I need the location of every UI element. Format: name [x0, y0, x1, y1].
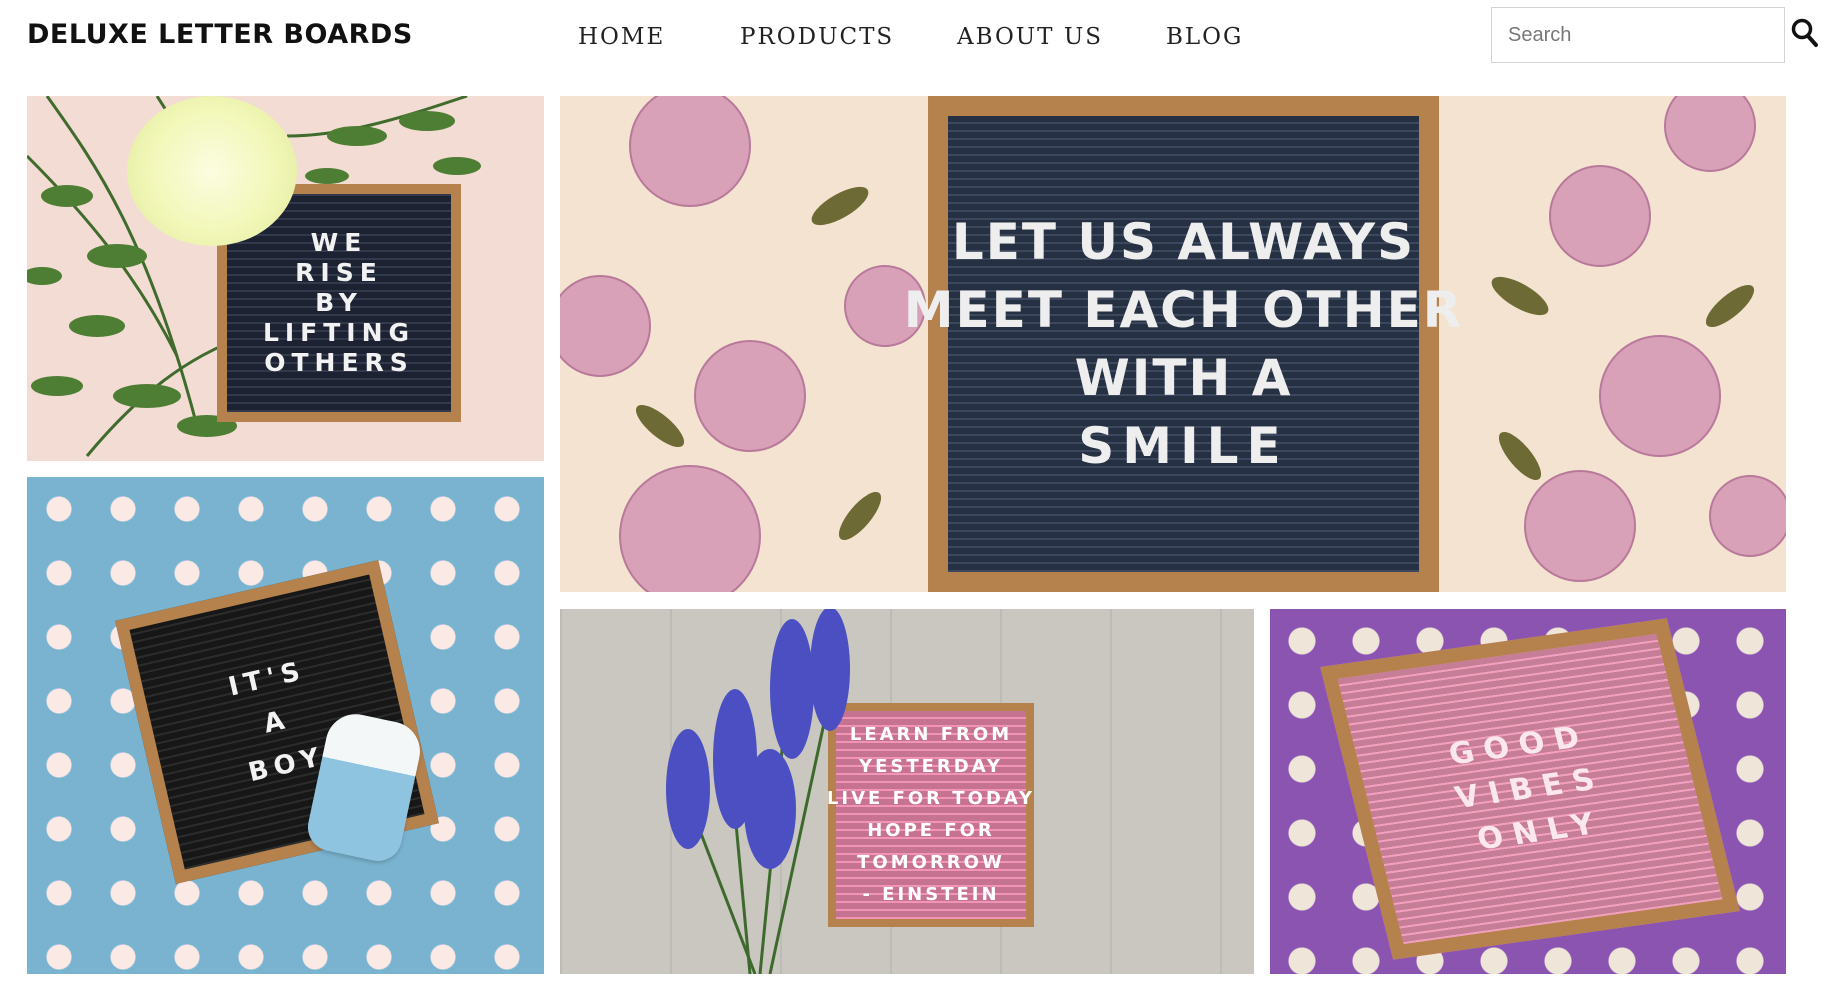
board-message-line: IT'S	[225, 655, 309, 703]
board-message-line: LET US ALWAYS	[951, 213, 1416, 271]
lavender-bouquet	[666, 609, 850, 974]
board-message-line: WE	[310, 228, 368, 257]
flower-decoration	[127, 96, 297, 246]
board-message-line: BY	[315, 288, 363, 317]
board-message-line: WITH A	[1074, 349, 1293, 407]
nav-products[interactable]: PRODUCTS	[740, 22, 894, 52]
board-message-line: LIFTING	[262, 318, 416, 347]
gallery-tile-its-a-boy[interactable]: IT'S A BOY	[27, 477, 544, 974]
site-logo[interactable]: DELUXE LETTER BOARDS	[27, 18, 413, 52]
search-icon	[1791, 18, 1818, 47]
nav-blog[interactable]: BLOG	[1166, 22, 1243, 52]
search-input[interactable]	[1491, 7, 1785, 63]
gallery-tile-smile[interactable]: LET US ALWAYS MEET EACH OTHER WITH A SMI…	[560, 96, 1786, 592]
board-message-line: OTHERS	[264, 348, 414, 377]
nav-home[interactable]: HOME	[578, 22, 665, 52]
letter-board: GOOD VIBES ONLY	[1320, 618, 1740, 960]
search-button[interactable]	[1790, 16, 1820, 50]
nav-about-us[interactable]: ABOUT US	[957, 22, 1103, 52]
gallery-tile-good-vibes[interactable]: GOOD VIBES ONLY	[1270, 609, 1786, 974]
gallery-tile-learn-from-yesterday[interactable]: LEARN FROM YESTERDAY LIVE FOR TODAY HOPE…	[560, 609, 1254, 974]
board-message-line: RISE	[295, 258, 383, 287]
gallery-tile-we-rise[interactable]: WE RISE BY LIFTING OTHERS	[27, 96, 544, 461]
board-message-line: A	[260, 704, 294, 740]
board-message-line: SMILE	[1078, 417, 1289, 475]
board-message-line: MEET EACH OTHER	[903, 281, 1464, 339]
letter-board: LET US ALWAYS MEET EACH OTHER WITH A SMI…	[904, 96, 1461, 592]
